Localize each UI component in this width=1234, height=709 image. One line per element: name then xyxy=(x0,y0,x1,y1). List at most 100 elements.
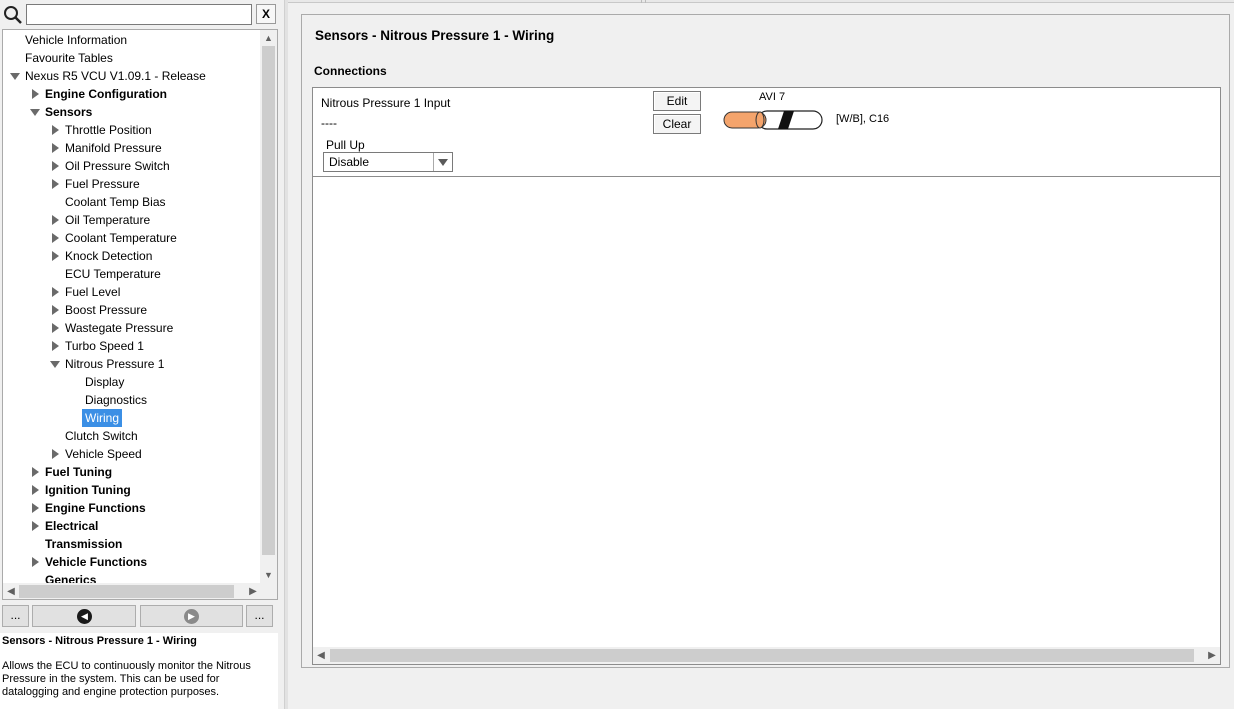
tree-item-label: Engine Configuration xyxy=(45,87,167,101)
tree-item-label: Oil Temperature xyxy=(65,213,151,227)
tree-item-label: Oil Pressure Switch xyxy=(65,159,170,173)
scroll-down-icon[interactable]: ▼ xyxy=(260,567,277,583)
tree-item[interactable]: Wiring xyxy=(3,409,261,427)
tree-item[interactable]: Nexus R5 VCU V1.09.1 - Release xyxy=(3,67,261,85)
scroll-thumb[interactable] xyxy=(19,585,234,598)
pullup-value: Disable xyxy=(329,155,370,169)
pullup-select[interactable]: Disable xyxy=(323,152,453,172)
clear-button[interactable]: Clear xyxy=(653,114,701,134)
tree-item-label: Wiring xyxy=(82,409,123,427)
tree-item[interactable]: Coolant Temp Bias xyxy=(3,193,261,211)
tree-item-label: Boost Pressure xyxy=(65,303,148,317)
scroll-left-icon[interactable]: ◀ xyxy=(3,583,19,599)
clear-search-button[interactable]: X xyxy=(256,4,276,24)
chevron-down-icon[interactable] xyxy=(433,153,452,171)
tree-item[interactable]: Display xyxy=(3,373,261,391)
collapsed-arrow-icon[interactable] xyxy=(49,229,61,247)
tree-item[interactable]: Turbo Speed 1 xyxy=(3,337,261,355)
tree-item[interactable]: Favourite Tables xyxy=(3,49,261,67)
collapsed-arrow-icon[interactable] xyxy=(29,85,41,103)
tree-item[interactable]: Fuel Tuning xyxy=(3,463,261,481)
more-right-button[interactable]: ... xyxy=(246,605,273,627)
back-button[interactable]: ◀ xyxy=(32,605,136,627)
tree-item[interactable]: Oil Temperature xyxy=(3,211,261,229)
scroll-up-icon[interactable]: ▲ xyxy=(260,30,277,46)
forward-button[interactable]: ▶ xyxy=(140,605,243,627)
collapsed-arrow-icon[interactable] xyxy=(49,445,61,463)
tree-horizontal-scrollbar[interactable]: ◀ ▶ xyxy=(3,583,261,599)
tree-item[interactable]: Engine Functions xyxy=(3,499,261,517)
tree-item-label: Generics xyxy=(45,573,97,583)
tree-vertical-scrollbar[interactable]: ▲ ▼ xyxy=(260,30,277,583)
tree-item[interactable]: ECU Temperature xyxy=(3,265,261,283)
tree-item[interactable]: Vehicle Speed xyxy=(3,445,261,463)
tree-item[interactable]: Fuel Level xyxy=(3,283,261,301)
scroll-corner xyxy=(261,583,277,599)
connection-row: Nitrous Pressure 1 Input ---- Edit Clear… xyxy=(313,88,1220,177)
tree-item-label: ECU Temperature xyxy=(65,267,161,281)
collapsed-arrow-icon[interactable] xyxy=(49,157,61,175)
tree-item[interactable]: Nitrous Pressure 1 xyxy=(3,355,261,373)
tree-item-label: Turbo Speed 1 xyxy=(65,339,144,353)
collapsed-arrow-icon[interactable] xyxy=(49,283,61,301)
input-value: ---- xyxy=(321,116,337,130)
search-icon[interactable] xyxy=(3,5,23,25)
tree-item[interactable]: Boost Pressure xyxy=(3,301,261,319)
tree-item-label: Transmission xyxy=(45,537,123,551)
tree-item[interactable]: Sensors xyxy=(3,103,261,121)
tree-item[interactable]: Electrical xyxy=(3,517,261,535)
more-left-button[interactable]: ... xyxy=(2,605,29,627)
main-horizontal-scrollbar[interactable]: ◀ ▶ xyxy=(313,647,1220,664)
search-input[interactable] xyxy=(26,4,252,25)
collapsed-arrow-icon[interactable] xyxy=(49,247,61,265)
tree-item-label: Vehicle Functions xyxy=(45,555,148,569)
tree-item[interactable]: Coolant Temperature xyxy=(3,229,261,247)
tree-item[interactable]: Transmission xyxy=(3,535,261,553)
scroll-thumb[interactable] xyxy=(330,649,1194,662)
tree-item[interactable]: Ignition Tuning xyxy=(3,481,261,499)
wire-name: AVI 7 xyxy=(759,91,786,103)
tree-item-label: Vehicle Speed xyxy=(65,447,142,461)
tree-item-label: Fuel Tuning xyxy=(45,465,113,479)
scroll-thumb[interactable] xyxy=(262,46,275,555)
tree-item[interactable]: Wastegate Pressure xyxy=(3,319,261,337)
tree-item-label: Electrical xyxy=(45,519,99,533)
pullup-label: Pull Up xyxy=(326,138,365,152)
collapsed-arrow-icon[interactable] xyxy=(29,517,41,535)
scroll-left-icon[interactable]: ◀ xyxy=(313,647,329,664)
tree-item-label: Display xyxy=(85,375,125,389)
scroll-right-icon[interactable]: ▶ xyxy=(1204,647,1220,664)
tree-item[interactable]: Vehicle Information xyxy=(3,31,261,49)
edit-button[interactable]: Edit xyxy=(653,91,701,111)
collapsed-arrow-icon[interactable] xyxy=(29,499,41,517)
panel-splitter[interactable] xyxy=(284,0,288,709)
collapsed-arrow-icon[interactable] xyxy=(49,139,61,157)
collapsed-arrow-icon[interactable] xyxy=(49,301,61,319)
tree-item[interactable]: Diagnostics xyxy=(3,391,261,409)
tree-item[interactable]: Knock Detection xyxy=(3,247,261,265)
tree-item[interactable]: Throttle Position xyxy=(3,121,261,139)
tree-item[interactable]: Oil Pressure Switch xyxy=(3,157,261,175)
input-label: Nitrous Pressure 1 Input xyxy=(321,96,451,110)
tree-item[interactable]: Fuel Pressure xyxy=(3,175,261,193)
tree-item[interactable]: Clutch Switch xyxy=(3,427,261,445)
expanded-arrow-icon[interactable] xyxy=(49,355,61,373)
collapsed-arrow-icon[interactable] xyxy=(49,175,61,193)
scroll-right-icon[interactable]: ▶ xyxy=(245,583,261,599)
collapsed-arrow-icon[interactable] xyxy=(49,121,61,139)
collapsed-arrow-icon[interactable] xyxy=(49,211,61,229)
tree-item[interactable]: Manifold Pressure xyxy=(3,139,261,157)
expanded-arrow-icon[interactable] xyxy=(29,103,41,121)
top-tab-strip xyxy=(288,0,1234,3)
collapsed-arrow-icon[interactable] xyxy=(29,463,41,481)
tree-item[interactable]: Engine Configuration xyxy=(3,85,261,103)
collapsed-arrow-icon[interactable] xyxy=(29,553,41,571)
tree-item-label: Vehicle Information xyxy=(25,33,128,47)
collapsed-arrow-icon[interactable] xyxy=(49,337,61,355)
tree-item-label: Fuel Pressure xyxy=(65,177,140,191)
collapsed-arrow-icon[interactable] xyxy=(29,481,41,499)
tree-item[interactable]: Vehicle Functions xyxy=(3,553,261,571)
tree-item[interactable]: Generics xyxy=(3,571,261,583)
collapsed-arrow-icon[interactable] xyxy=(49,319,61,337)
expanded-arrow-icon[interactable] xyxy=(9,67,21,85)
